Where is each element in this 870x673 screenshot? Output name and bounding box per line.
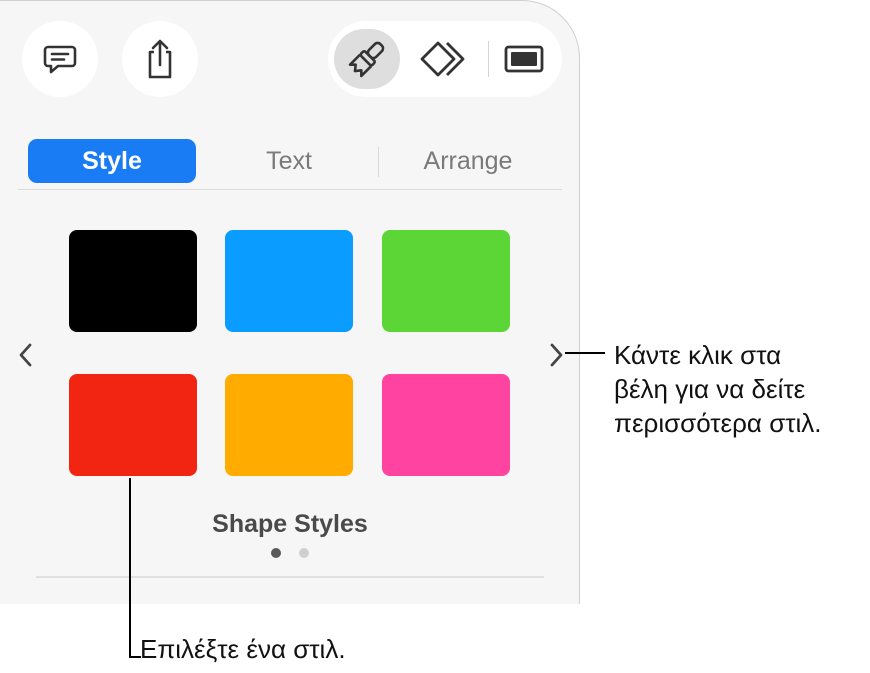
shape-style-swatch[interactable] [225,374,353,476]
tab-separator [378,147,379,177]
shape-styles-caption: Shape Styles [212,510,368,538]
share-button[interactable] [122,21,198,97]
share-icon [148,39,172,79]
arrows-callout-line-1: Κάντε κλικ στα [614,340,782,370]
document-button[interactable] [494,29,554,89]
section-divider [36,576,544,578]
arrows-callout-line-2: βέλη για να δείτε [614,374,806,404]
tool-separator [488,41,489,77]
animate-icon [420,41,465,77]
inspector-tabs: Style Text Arrange [0,139,579,185]
shape-style-swatch[interactable] [225,230,353,332]
tabs-divider [18,189,562,190]
arrows-callout-text: Κάντε κλικ στα βέλη για να δείτε περισσό… [614,338,822,440]
shape-style-swatch[interactable] [382,230,510,332]
arrows-callout-line [565,352,605,354]
arrows-callout-line-3: περισσότερα στιλ. [614,408,822,438]
format-brush-icon [348,41,385,78]
comment-icon [43,45,77,74]
format-button[interactable] [334,29,400,89]
document-icon [504,45,544,73]
next-page-arrow[interactable] [544,341,568,369]
animate-button[interactable] [412,29,478,89]
format-sidebar: Style Text Arrange Shape Styles [0,0,580,604]
shape-style-swatch[interactable] [69,374,197,476]
comment-button[interactable] [22,21,98,97]
select-callout-text: Επιλέξτε ένα στιλ. [140,634,346,664]
previous-page-arrow[interactable] [14,341,38,369]
tab-arrange[interactable]: Arrange [384,139,552,183]
tab-text[interactable]: Text [204,139,374,183]
shape-style-swatch[interactable] [382,374,510,476]
shape-style-swatch[interactable] [69,230,197,332]
view-tool-group [328,21,562,97]
page-indicator-dot[interactable] [271,548,281,558]
tab-style[interactable]: Style [28,139,196,183]
page-indicator-dot[interactable] [299,548,309,558]
select-callout-line [129,478,131,658]
